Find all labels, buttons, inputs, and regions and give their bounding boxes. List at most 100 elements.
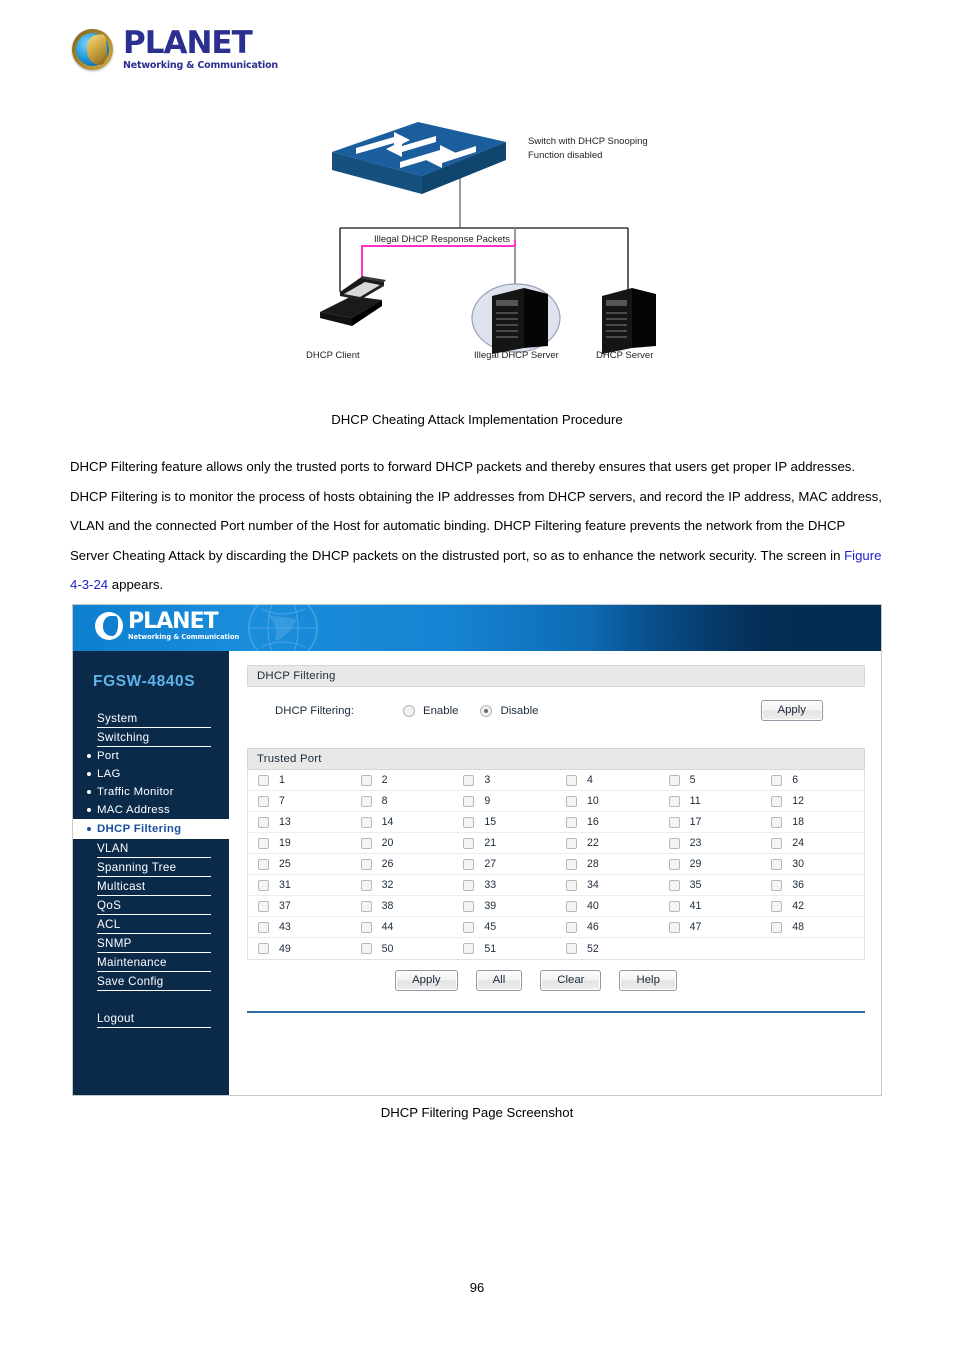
sidebar-item-acl[interactable]: ACL: [73, 915, 229, 934]
port-checkbox-7[interactable]: [258, 795, 269, 807]
sidebar-item-logout[interactable]: Logout: [73, 1009, 229, 1028]
port-checkbox-16[interactable]: [565, 816, 577, 828]
port-checkbox-33[interactable]: [463, 879, 475, 891]
sidebar-label: ACL: [97, 918, 121, 931]
port-checkbox-25[interactable]: [258, 858, 269, 870]
port-cell-6: 6: [761, 774, 864, 786]
port-checkbox-49[interactable]: [258, 943, 269, 954]
port-checkbox-42[interactable]: [771, 900, 783, 912]
port-checkbox-15[interactable]: [463, 816, 475, 828]
sidebar-item-traffic-monitor[interactable]: Traffic Monitor: [73, 783, 229, 801]
sidebar-item-qos[interactable]: QoS: [73, 896, 229, 915]
port-cell-29: 29: [659, 858, 762, 870]
port-checkbox-23[interactable]: [668, 837, 680, 849]
port-checkbox-27[interactable]: [463, 858, 475, 870]
port-label-14: 14: [381, 816, 394, 828]
sidebar-item-dhcp-filtering[interactable]: DHCP Filtering: [73, 819, 229, 839]
port-checkbox-28[interactable]: [565, 858, 577, 870]
laptop-icon: [320, 276, 386, 326]
port-checkbox-50[interactable]: [360, 943, 372, 954]
sidebar-item-system[interactable]: System: [73, 709, 229, 728]
sidebar-item-vlan[interactable]: VLAN: [73, 839, 229, 858]
port-checkbox-30[interactable]: [771, 858, 783, 870]
port-checkbox-19[interactable]: [258, 837, 269, 849]
sidebar-item-save-config[interactable]: Save Config: [73, 972, 229, 991]
port-checkbox-32[interactable]: [360, 879, 372, 891]
apply-button-top[interactable]: Apply: [760, 700, 823, 721]
sidebar-label: SNMP: [97, 937, 132, 950]
sidebar-label: Maintenance: [97, 956, 167, 969]
port-label-8: 8: [381, 795, 388, 807]
port-checkbox-22[interactable]: [565, 837, 577, 849]
sidebar-label: VLAN: [97, 842, 129, 855]
port-checkbox-31[interactable]: [258, 879, 269, 891]
sidebar-item-mac-address[interactable]: MAC Address: [73, 801, 229, 819]
port-label-36: 36: [792, 879, 805, 891]
port-checkbox-45[interactable]: [463, 921, 475, 933]
port-checkbox-47[interactable]: [668, 921, 680, 933]
dhcp-server-icon: [602, 288, 656, 354]
port-label-48: 48: [792, 921, 805, 933]
sidebar-item-multicast[interactable]: Multicast: [73, 877, 229, 896]
port-checkbox-12[interactable]: [771, 795, 783, 807]
sidebar-item-maintenance[interactable]: Maintenance: [73, 953, 229, 972]
bullet-icon: [87, 808, 91, 812]
port-checkbox-10[interactable]: [565, 795, 577, 807]
port-checkbox-40[interactable]: [565, 900, 577, 912]
port-checkbox-29[interactable]: [668, 858, 680, 870]
port-checkbox-46[interactable]: [565, 921, 577, 933]
port-checkbox-36[interactable]: [771, 879, 783, 891]
radio-disable[interactable]: [480, 704, 493, 717]
port-checkbox-9[interactable]: [463, 795, 475, 807]
port-label-31: 31: [279, 879, 291, 891]
port-cell-35: 35: [659, 879, 762, 891]
radio-enable[interactable]: [403, 704, 415, 717]
port-checkbox-17[interactable]: [668, 816, 680, 828]
sidebar-item-snmp[interactable]: SNMP: [73, 934, 229, 953]
sidebar-item-lag[interactable]: LAG: [73, 765, 229, 783]
port-checkbox-34[interactable]: [565, 879, 577, 891]
port-checkbox-14[interactable]: [360, 816, 372, 828]
port-row: 13 14 15 16 17 18: [248, 812, 864, 833]
all-button[interactable]: All: [475, 970, 523, 991]
port-checkbox-20[interactable]: [360, 837, 372, 849]
port-checkbox-24[interactable]: [771, 837, 783, 849]
port-checkbox-41[interactable]: [668, 900, 680, 912]
port-checkbox-18[interactable]: [771, 816, 783, 828]
port-label-30: 30: [792, 858, 805, 870]
port-checkbox-8[interactable]: [360, 795, 372, 807]
port-checkbox-39[interactable]: [463, 900, 475, 912]
port-checkbox-1[interactable]: [258, 774, 269, 786]
port-checkbox-5[interactable]: [668, 774, 680, 786]
dhcp-filtering-row: DHCP Filtering: Enable Disable Apply: [247, 687, 865, 734]
port-checkbox-13[interactable]: [258, 816, 269, 828]
port-checkbox-48[interactable]: [771, 921, 783, 933]
port-label-19: 19: [279, 837, 291, 849]
port-checkbox-26[interactable]: [360, 858, 372, 870]
port-checkbox-4[interactable]: [565, 774, 577, 786]
port-checkbox-35[interactable]: [668, 879, 680, 891]
help-button[interactable]: Help: [619, 970, 677, 991]
sidebar-item-port[interactable]: Port: [73, 747, 229, 765]
sidebar-item-switching[interactable]: Switching: [73, 728, 229, 747]
port-checkbox-43[interactable]: [258, 921, 269, 933]
port-checkbox-3[interactable]: [463, 774, 475, 786]
port-row: 43 44 45 46 47 48: [248, 917, 864, 938]
port-label-7: 7: [279, 795, 285, 807]
body-paragraph: DHCP Filtering feature allows only the t…: [70, 452, 882, 600]
sidebar-item-spanning-tree[interactable]: Spanning Tree: [73, 858, 229, 877]
port-label-4: 4: [586, 774, 593, 786]
apply-button[interactable]: Apply: [395, 970, 458, 991]
port-checkbox-37[interactable]: [258, 900, 269, 912]
port-checkbox-52[interactable]: [565, 943, 577, 954]
clear-button[interactable]: Clear: [540, 970, 602, 991]
port-checkbox-44[interactable]: [360, 921, 372, 933]
port-checkbox-21[interactable]: [463, 837, 475, 849]
port-checkbox-2[interactable]: [360, 774, 372, 786]
port-checkbox-11[interactable]: [668, 795, 680, 807]
port-cell-39: 39: [453, 900, 556, 912]
port-cell-33: 33: [453, 879, 556, 891]
port-checkbox-51[interactable]: [463, 943, 475, 954]
port-checkbox-38[interactable]: [360, 900, 372, 912]
port-checkbox-6[interactable]: [771, 774, 783, 786]
